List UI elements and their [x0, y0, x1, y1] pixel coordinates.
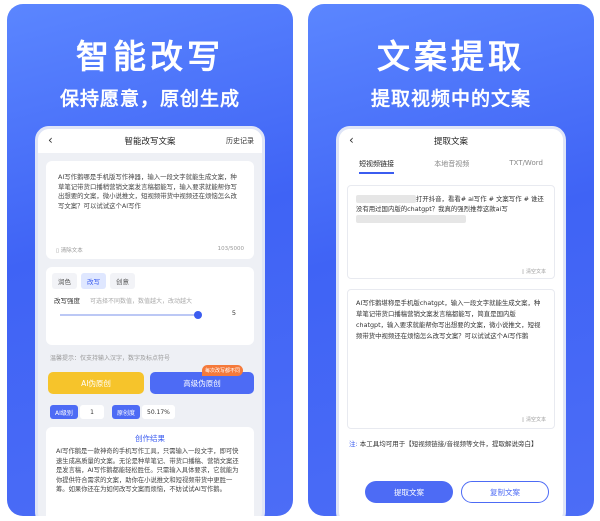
- rewrite-phone-screen: ‹ 智能改写文案 历史记录 AI写作鹅哪是手机版写作神器，输入一段文字就能生成文…: [35, 126, 265, 516]
- rewrite-headline: 智能改写: [76, 37, 224, 76]
- strength-label: 改写强度: [54, 297, 80, 305]
- tab-creative[interactable]: 创意: [110, 273, 135, 289]
- result-text: AI写作鹅是一款神奇的手机写作工具，只需输入一段文字，即可快速生成高质量的文案。…: [56, 448, 239, 493]
- clear-link-label: 清空文本: [525, 269, 546, 275]
- back-icon[interactable]: ‹: [48, 133, 53, 147]
- copy-button[interactable]: 复制文案: [461, 481, 549, 503]
- tab-rewrite[interactable]: 改写: [81, 273, 106, 289]
- strength-hint: 可选择不同数值，数值越大，改动越大: [90, 298, 193, 305]
- extract-result-text: AI写作鹅堪称是手机版chatgpt，输入一段文字就能生成文案，种草笔记带货口播…: [356, 299, 541, 340]
- redacted-block: [356, 195, 416, 203]
- result-title: 创作结果: [135, 434, 165, 443]
- extract-promo-panel: 文案提取 提取视频中的文案 ‹ 提取文案 短视频链接 本地音视频 TXT/Wor…: [308, 4, 594, 516]
- screenshot: 智能改写 保持愿意，原创生成 ‹ 智能改写文案 历史记录 AI写作鹅哪是手机版写…: [0, 0, 600, 521]
- source-tabs: 短视频链接 本地音视频 TXT/Word: [339, 159, 563, 174]
- link-input-box[interactable]: 打开抖音，看看# ai写作 # 文案写作 # 谁还没有用过国内版的chatgpt…: [347, 185, 555, 279]
- extract-result-box: AI写作鹅堪称是手机版chatgpt，输入一段文字就能生成文案，种草笔记带货口播…: [347, 289, 555, 429]
- originality-label: 原创度: [112, 405, 141, 419]
- redacted-block: [356, 215, 466, 223]
- extract-subline: 提取视频中的文案: [370, 88, 531, 110]
- extract-phone-screen: ‹ 提取文案 短视频链接 本地音视频 TXT/Word 打开抖音，看看# ai写…: [336, 126, 566, 516]
- strength-slider[interactable]: [60, 311, 202, 319]
- extract-topbar: ‹ 提取文案: [339, 129, 563, 153]
- char-count: 103/5000: [217, 246, 244, 252]
- rewrite-promo-panel: 智能改写 保持愿意，原创生成 ‹ 智能改写文案 历史记录 AI写作鹅哪是手机版写…: [7, 4, 293, 516]
- input-textarea[interactable]: AI写作鹅哪是手机版写作神器，输入一段文字就能生成文案，种草笔记带货口播稍营销文…: [58, 173, 242, 211]
- originality-value: 50.17%: [142, 405, 175, 419]
- link-text-a: 打开抖音，看看# ai写作: [416, 195, 487, 203]
- tab-local-media[interactable]: 本地音视频: [434, 159, 469, 174]
- mode-tabs: 润色 改写 创意: [52, 273, 135, 289]
- extract-page-title: 提取文案: [433, 137, 468, 147]
- note-text: 本工具均可用于【短视频链接/音视频等文件，提取解说旁白】: [359, 440, 538, 448]
- input-card: AI写作鹅哪是手机版写作神器，输入一段文字就能生成文案，种草笔记带货口播稍营销文…: [46, 161, 254, 259]
- clear-text-label: 清除文本: [60, 248, 83, 254]
- tip-text: 温馨提示：仅支持输入汉字，数字及标点符号: [50, 355, 171, 362]
- link-input-text: 打开抖音，看看# ai写作 # 文案写作 # 谁还没有用过国内版的chatgpt…: [356, 194, 546, 224]
- clear-text-button[interactable]: ▯ 清除文本: [56, 246, 83, 254]
- rewrite-topbar: ‹ 智能改写文案 历史记录: [38, 129, 262, 153]
- extract-headline: 文案提取: [377, 37, 525, 76]
- rewrite-page-title: 智能改写文案: [124, 137, 176, 147]
- result-card: 创作结果 AI写作鹅是一款神奇的手机写作工具，只需输入一段文字，即可快速生成高质…: [46, 427, 254, 516]
- rewrite-subline: 保持愿意，原创生成: [59, 88, 240, 110]
- tab-txt-word[interactable]: TXT/Word: [509, 159, 543, 174]
- always-different-badge: 每次改写都不同: [202, 365, 244, 376]
- clear-result-label: 清空文本: [525, 417, 546, 423]
- clear-result-button[interactable]: ▯ 清空文本: [522, 416, 546, 423]
- tab-polish[interactable]: 润色: [52, 273, 77, 289]
- ai-rewrite-button[interactable]: AI伪原创: [48, 372, 144, 394]
- history-link[interactable]: 历史记录: [226, 136, 254, 146]
- strength-value: 5: [231, 309, 236, 317]
- clear-link-button[interactable]: ▯ 清空文本: [522, 268, 546, 275]
- usage-note: 注: 本工具均可用于【短视频链接/音视频等文件，提取解说旁白】: [349, 439, 553, 449]
- slider-knob[interactable]: [194, 311, 202, 319]
- settings-card: 润色 改写 创意 改写强度 可选择不同数值，数值越大，改动越大 5: [46, 267, 254, 345]
- ai-level-value: 1: [80, 405, 104, 419]
- note-prefix: 注:: [349, 440, 358, 448]
- extract-button[interactable]: 提取文案: [365, 481, 453, 503]
- tab-video-link[interactable]: 短视频链接: [359, 159, 395, 174]
- back-icon[interactable]: ‹: [349, 133, 354, 147]
- ai-level-label: AI级别: [50, 405, 78, 419]
